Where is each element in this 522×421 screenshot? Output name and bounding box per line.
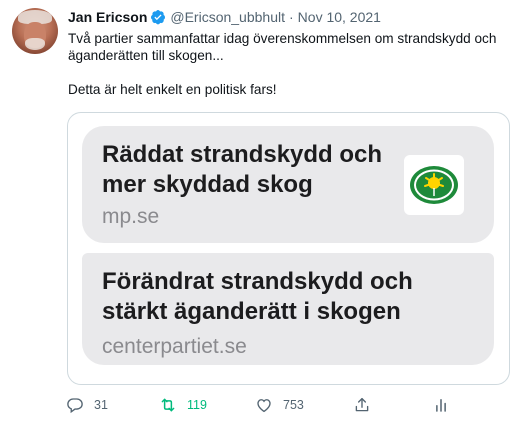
link-preview-title: Räddat strandskydd och mer skyddad skog — [102, 141, 383, 198]
tweet-header: Jan Ericson @Ericson_ubbhult · Nov 10, 2… — [68, 9, 381, 25]
link-preview-domain: mp.se — [102, 205, 160, 228]
share-icon — [355, 397, 369, 412]
retweet-count: 119 — [187, 398, 207, 412]
user-handle[interactable]: @Ericson_ubbhult — [170, 9, 285, 25]
tweet[interactable]: Jan Ericson @Ericson_ubbhult · Nov 10, 2… — [0, 0, 522, 421]
display-name[interactable]: Jan Ericson — [68, 9, 147, 25]
tweet-text: Två partier sammanfattar idag överenskom… — [68, 31, 497, 97]
link-preview-card: Förändrat strandskydd och stärkt ägander… — [82, 253, 494, 365]
like-icon — [257, 399, 271, 413]
avatar[interactable] — [12, 8, 58, 54]
like-button[interactable]: 753 — [255, 396, 304, 414]
analytics-icon — [436, 399, 446, 412]
tweet-image[interactable]: Räddat strandskydd och mer skyddad skog … — [67, 112, 510, 385]
share-button[interactable] — [353, 396, 371, 414]
link-preview-card: Räddat strandskydd och mer skyddad skog … — [82, 126, 494, 243]
like-count: 753 — [283, 398, 304, 412]
analytics-button[interactable] — [432, 396, 450, 414]
tweet-date[interactable]: Nov 10, 2021 — [298, 9, 381, 25]
reply-button[interactable]: 31 — [66, 396, 108, 414]
retweet-icon — [161, 398, 175, 412]
party-logo-icon — [404, 155, 464, 215]
retweet-button[interactable]: 119 — [159, 396, 207, 414]
tweet-actions: 31 119 753 — [66, 396, 446, 416]
separator-dot: · — [289, 9, 294, 25]
reply-count: 31 — [94, 398, 108, 412]
link-preview-domain: centerpartiet.se — [102, 335, 247, 358]
reply-icon — [67, 398, 83, 414]
link-preview-title: Förändrat strandskydd och stärkt ägander… — [102, 268, 413, 325]
verified-badge-icon — [150, 9, 166, 25]
